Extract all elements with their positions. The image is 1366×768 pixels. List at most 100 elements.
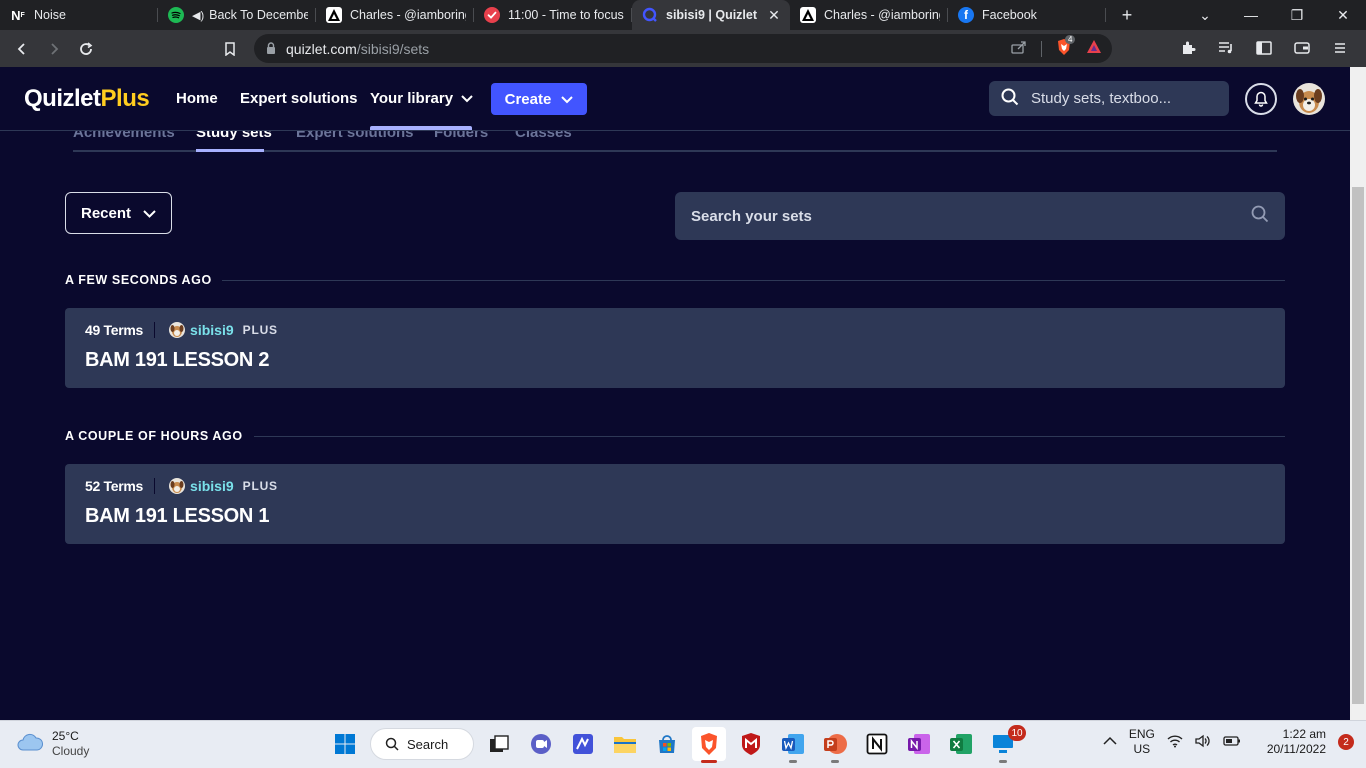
creator-username[interactable]: sibisi9 [190,478,234,494]
weather-temp: 25°C [52,729,79,743]
clock-time: 1:22 am [1282,727,1326,741]
system-tray: ENG US 1:22 am 20/11/2022 2 [1103,727,1354,757]
task-view-icon[interactable] [482,727,516,761]
clock-date: 20/11/2022 [1266,742,1326,756]
browser-tab[interactable]: Charles - @iamboring [790,0,948,30]
battery-icon[interactable] [1223,735,1241,749]
video-editor-icon[interactable] [566,727,600,761]
search-icon[interactable] [1251,205,1269,228]
browser-tab[interactable]: ◀) Back To December [158,0,316,30]
brave-shield-icon[interactable]: 4 [1056,35,1076,59]
chevron-down-icon [143,205,156,222]
browser-tab-active[interactable]: sibisi9 | Quizlet ✕ [632,0,790,30]
creator-username[interactable]: sibisi9 [190,322,234,338]
user-avatar[interactable] [1293,83,1325,115]
notion-icon[interactable] [860,727,894,761]
minimize-button[interactable]: — [1228,0,1274,30]
file-explorer-icon[interactable] [608,727,642,761]
meta-divider [154,322,156,338]
brave-browser-icon[interactable] [692,727,726,763]
reload-button[interactable] [70,35,102,63]
creator-avatar[interactable] [169,322,186,338]
search-sets-input[interactable] [691,207,1191,225]
tab-search-button[interactable]: ⌄ [1182,0,1228,30]
system-clock[interactable]: 1:22 am 20/11/2022 [1267,727,1326,757]
browser-tab[interactable]: NF Noise [0,0,158,30]
wifi-icon[interactable] [1167,734,1183,751]
address-bar[interactable]: quizlet.com/sibisi9/sets 4 [254,34,1112,63]
scrollbar-thumb[interactable] [1352,187,1364,704]
close-tab-icon[interactable]: ✕ [766,7,782,23]
global-search-input[interactable]: Study sets, textboo... [989,81,1229,116]
set-title[interactable]: BAM 191 LESSON 2 [85,349,1265,372]
media-queue-icon[interactable] [1210,34,1242,62]
powerpoint-icon[interactable] [818,727,852,763]
speaker-icon[interactable]: ◀) [192,9,204,22]
chevron-up-icon[interactable] [1103,735,1117,749]
wallet-icon[interactable] [1286,34,1318,62]
tab-title: Noise [34,8,66,22]
menu-icon[interactable] [1324,34,1356,62]
windows-start-icon[interactable] [328,727,362,761]
taskbar-search-label: Search [407,736,449,752]
restore-button[interactable]: ❐ [1274,0,1320,30]
plus-badge: PLUS [242,323,278,337]
nav-home[interactable]: Home [176,90,218,107]
quizlet-header: QuizletPlus Home Expert solutions Your l… [0,67,1366,131]
forward-button[interactable] [38,35,70,63]
logo-plus-text: Plus [100,85,150,112]
meta-divider [154,478,156,494]
create-button[interactable]: Create [491,83,587,115]
search-icon [1001,88,1019,110]
nav-expert-solutions[interactable]: Expert solutions [240,90,358,107]
weather-desc: Cloudy [52,744,90,758]
browser-tab[interactable]: 11:00 - Time to focus! [474,0,632,30]
study-set-card[interactable]: 52 Terms sibisi9 PLUS BAM 191 LESSON 1 [65,464,1285,544]
plus-badge: PLUS [242,479,278,493]
back-button[interactable] [6,35,38,63]
url-path: /sibisi9/sets [356,40,430,57]
extensions-icon[interactable] [1172,34,1204,62]
global-search-placeholder: Study sets, textboo... [1031,90,1172,107]
volume-icon[interactable] [1195,734,1211,751]
close-window-button[interactable]: ✕ [1320,0,1366,30]
mcafee-icon[interactable] [734,727,768,761]
search-sets-field[interactable] [675,192,1285,240]
lang-top: ENG [1128,727,1155,741]
quizlet-plus-logo[interactable]: QuizletPlus [24,85,150,113]
excel-icon[interactable] [944,727,978,761]
brave-rewards-icon[interactable] [1086,39,1102,58]
teams-chat-icon[interactable] [524,727,558,761]
microsoft-store-icon[interactable] [650,727,684,761]
url-domain: quizlet.com [286,40,357,57]
remote-desktop-icon[interactable]: 10 [986,725,1026,763]
taskbar-search[interactable]: Search [370,728,474,760]
quizlet-icon [642,7,658,23]
active-app-indicator [701,760,717,763]
divider [1041,40,1042,57]
tab-title: Facebook [982,8,1037,22]
search-icon [385,737,399,751]
creator-avatar[interactable] [169,478,186,494]
language-indicator[interactable]: ENG US [1129,727,1155,757]
notification-center-badge[interactable]: 2 [1338,734,1354,750]
weather-widget[interactable]: 25°C Cloudy [16,729,89,759]
sort-dropdown[interactable]: Recent [65,192,172,234]
onenote-icon[interactable] [902,727,936,761]
group-divider [254,436,1285,437]
tab-title: Charles - @iamboring [824,8,940,22]
bookmark-icon[interactable] [214,35,246,63]
running-app-indicator [789,760,797,763]
new-tab-button[interactable]: + [1110,0,1144,30]
set-title[interactable]: BAM 191 LESSON 1 [85,505,1265,528]
browser-tab[interactable]: f Facebook [948,0,1106,30]
word-icon[interactable] [776,727,810,763]
nav-expert-solutions-label: Expert solutions [240,90,358,107]
browser-tab[interactable]: Charles - @iamboring [316,0,474,30]
share-icon[interactable] [1011,40,1027,57]
term-count: 49 Terms [85,322,144,338]
nav-your-library[interactable]: Your library [370,90,473,107]
sidebar-icon[interactable] [1248,34,1280,62]
notifications-bell-icon[interactable] [1245,83,1277,115]
study-set-card[interactable]: 49 Terms sibisi9 PLUS BAM 191 LESSON 2 [65,308,1285,388]
